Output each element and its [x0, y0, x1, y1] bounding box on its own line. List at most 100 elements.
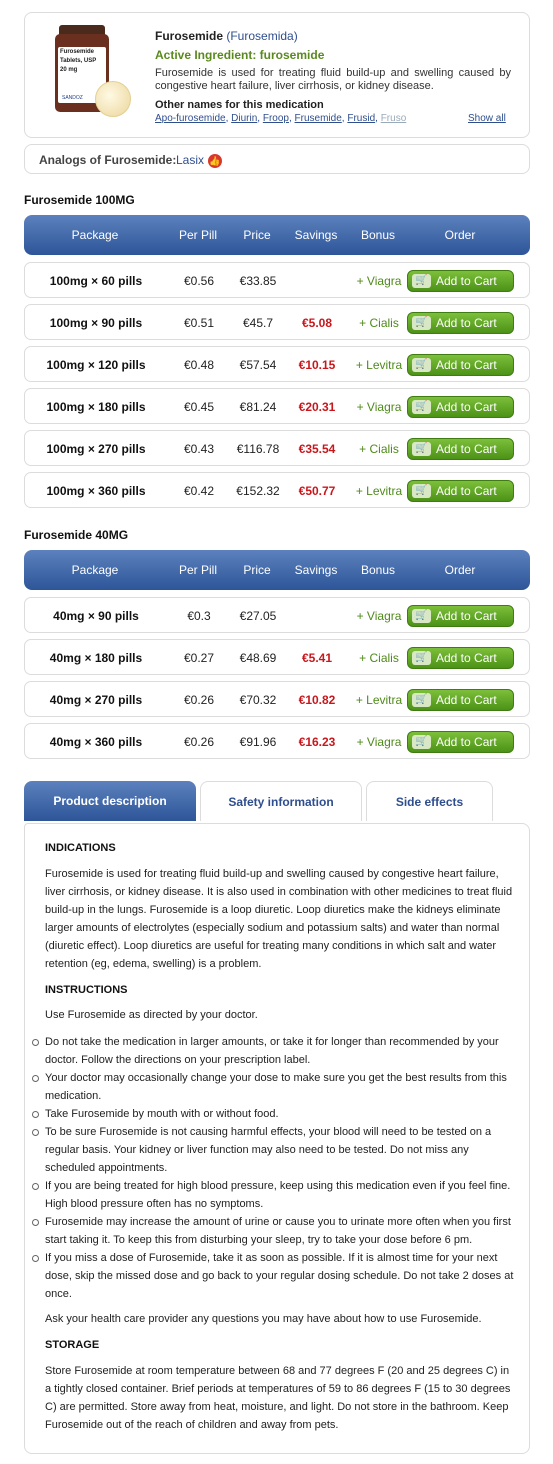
header-price: Price: [243, 563, 271, 577]
table-row: 40mg × 360 pills €0.26 €91.96 €16.23 + V…: [24, 723, 530, 759]
analogs-label: Analogs of Furosemide:: [39, 153, 177, 167]
savings-cell: €35.54: [298, 442, 336, 456]
bonus-cell: + Cialis: [359, 442, 399, 456]
package-cell: 100mg × 270 pills: [46, 442, 146, 456]
per-pill-cell: €0.51: [183, 316, 215, 330]
add-to-cart-button[interactable]: 🛒 Add to Cart: [407, 689, 514, 711]
per-pill-cell: €0.26: [183, 735, 215, 749]
table-row: 100mg × 180 pills €0.45 €81.24 €20.31 + …: [24, 388, 530, 424]
price-cell: €70.32: [239, 693, 277, 707]
package-cell: 40mg × 360 pills: [49, 735, 143, 749]
per-pill-cell: €0.3: [187, 609, 211, 623]
per-pill-cell: €0.48: [183, 358, 215, 372]
per-pill-cell: €0.45: [183, 400, 215, 414]
product-title: Furosemide (Furosemida): [155, 29, 298, 43]
cart-icon: 🛒: [412, 735, 431, 749]
add-to-cart-button[interactable]: 🛒 Add to Cart: [407, 438, 514, 460]
other-name-link[interactable]: Frusemide: [295, 113, 342, 124]
price-cell: €33.85: [239, 274, 277, 288]
savings-cell: €16.23: [298, 735, 336, 749]
savings-cell: €5.08: [301, 316, 333, 330]
package-cell: 100mg × 120 pills: [46, 358, 146, 372]
instructions-list: Do not take the medication in larger amo…: [32, 1033, 515, 1303]
show-all-link[interactable]: Show all: [468, 113, 506, 124]
bonus-cell: + Levitra: [355, 358, 403, 372]
package-cell: 40mg × 90 pills: [53, 609, 139, 623]
savings-cell: €10.82: [298, 693, 336, 707]
header-per-pill: Per Pill: [178, 563, 217, 577]
description-panel: INDICATIONS Furosemide is used for treat…: [24, 823, 530, 1454]
package-cell: 40mg × 180 pills: [49, 651, 143, 665]
tab-safety-information[interactable]: Safety information: [200, 781, 362, 821]
other-name-link[interactable]: Frusid: [347, 113, 375, 124]
savings-cell: €20.31: [298, 400, 336, 414]
per-pill-cell: €0.26: [183, 693, 215, 707]
other-name-link[interactable]: Fruso: [381, 113, 407, 124]
cart-icon: 🛒: [412, 358, 431, 372]
list-item: If you miss a dose of Furosemide, take i…: [32, 1249, 515, 1303]
package-cell: 100mg × 60 pills: [49, 274, 143, 288]
cart-icon: 🛒: [412, 693, 431, 707]
cart-icon: 🛒: [412, 316, 431, 330]
package-cell: 40mg × 270 pills: [49, 693, 143, 707]
indications-heading: INDICATIONS: [45, 842, 116, 854]
price-cell: €116.78: [236, 442, 280, 456]
package-cell: 100mg × 90 pills: [49, 316, 143, 330]
add-to-cart-button[interactable]: 🛒 Add to Cart: [407, 605, 514, 627]
package-cell: 100mg × 360 pills: [46, 484, 146, 498]
add-to-cart-button[interactable]: 🛒 Add to Cart: [407, 480, 514, 502]
savings-cell: €50.77: [298, 484, 336, 498]
add-to-cart-button[interactable]: 🛒 Add to Cart: [407, 312, 514, 334]
price-cell: €45.7: [242, 316, 274, 330]
per-pill-cell: €0.43: [183, 442, 215, 456]
list-item: Furosemide may increase the amount of ur…: [32, 1213, 515, 1249]
bonus-cell: + Cialis: [359, 651, 399, 665]
table-row: 40mg × 90 pills €0.3 €27.05 + Viagra 🛒 Ad…: [24, 597, 530, 633]
thumbs-up-icon: 👍: [208, 154, 222, 168]
add-to-cart-button[interactable]: 🛒 Add to Cart: [407, 354, 514, 376]
cart-icon: 🛒: [412, 400, 431, 414]
table-header: Package Per Pill Price Savings Bonus Ord…: [24, 215, 530, 255]
add-to-cart-button[interactable]: 🛒 Add to Cart: [407, 647, 514, 669]
other-names-list: Apo-furosemide, Diurin, Froop, Frusemide…: [155, 113, 407, 124]
cart-icon: 🛒: [412, 274, 431, 288]
header-savings: Savings: [294, 563, 338, 577]
cart-icon: 🛒: [412, 484, 431, 498]
bonus-cell: + Viagra: [356, 400, 402, 414]
add-to-cart-button[interactable]: 🛒 Add to Cart: [407, 731, 514, 753]
per-pill-cell: €0.56: [183, 274, 215, 288]
price-cell: €48.69: [239, 651, 277, 665]
table-row: 100mg × 270 pills €0.43 €116.78 €35.54 +…: [24, 430, 530, 466]
other-name-link[interactable]: Froop: [263, 113, 289, 124]
cart-icon: 🛒: [412, 651, 431, 665]
tab-side-effects[interactable]: Side effects: [366, 781, 493, 821]
other-names-title: Other names for this medication: [155, 99, 324, 111]
table-title-40mg: Furosemide 40MG: [24, 528, 129, 542]
savings-cell: €5.41: [301, 651, 333, 665]
pill-image: [95, 81, 131, 117]
price-cell: €57.54: [239, 358, 277, 372]
tab-product-description[interactable]: Product description: [24, 781, 196, 821]
bonus-cell: + Viagra: [356, 274, 402, 288]
analog-link-lasix[interactable]: Lasix: [176, 153, 204, 167]
table-row: 100mg × 90 pills €0.51 €45.7 €5.08 + Cia…: [24, 304, 530, 340]
storage-text: Store Furosemide at room temperature bet…: [45, 1365, 511, 1431]
add-to-cart-button[interactable]: 🛒 Add to Cart: [407, 396, 514, 418]
bonus-cell: + Cialis: [359, 316, 399, 330]
add-to-cart-button[interactable]: 🛒 Add to Cart: [407, 270, 514, 292]
bonus-cell: + Viagra: [356, 609, 402, 623]
other-name-link[interactable]: Diurin: [231, 113, 257, 124]
header-savings: Savings: [294, 228, 338, 242]
other-name-link[interactable]: Apo-furosemide: [155, 113, 226, 124]
table-row: 100mg × 120 pills €0.48 €57.54 €10.15 + …: [24, 346, 530, 382]
table-row: 40mg × 270 pills €0.26 €70.32 €10.82 + L…: [24, 681, 530, 717]
header-order: Order: [444, 563, 476, 577]
analogs-card: Analogs of Furosemide: Lasix 👍: [24, 144, 530, 174]
table-header: Package Per Pill Price Savings Bonus Ord…: [24, 550, 530, 590]
indications-text: Furosemide is used for treating fluid bu…: [45, 868, 513, 970]
header-price: Price: [243, 228, 271, 242]
savings-cell: €10.15: [298, 358, 336, 372]
table-title-100mg: Furosemide 100MG: [24, 193, 135, 207]
bonus-cell: + Levitra: [355, 484, 403, 498]
per-pill-cell: €0.27: [183, 651, 215, 665]
